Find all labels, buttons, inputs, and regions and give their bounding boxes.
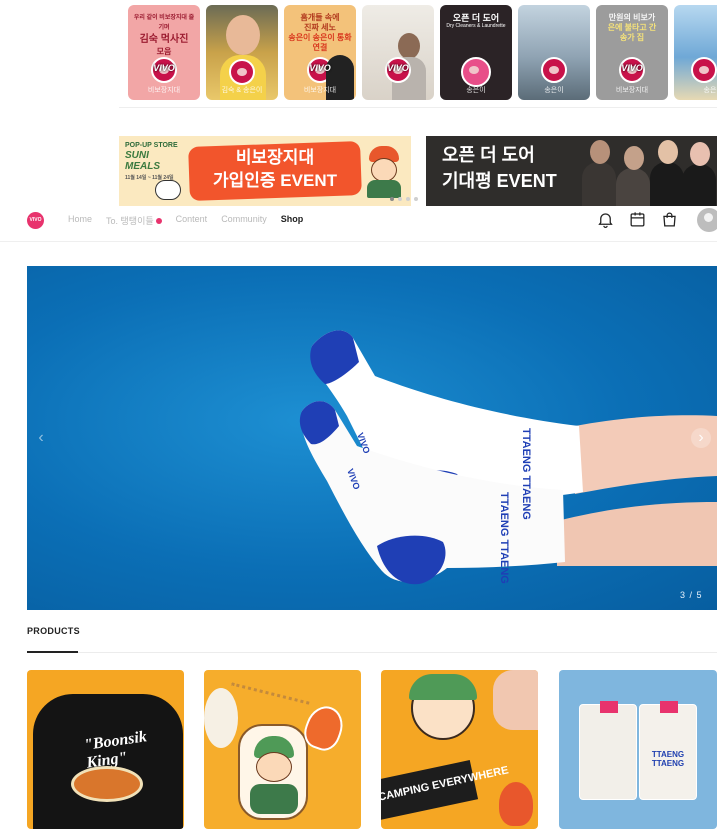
product-card[interactable] — [204, 670, 361, 829]
banner-dot[interactable] — [390, 197, 394, 201]
vivo-logo: VIVO — [309, 63, 331, 73]
nav-icon-group — [596, 210, 679, 229]
user-avatar[interactable] — [697, 208, 717, 232]
banner-line1: 비보장지대 — [235, 148, 315, 167]
thumbnail-caption: 우리 같이 비보장지대 즐기며 — [133, 15, 195, 31]
thumbnail-channel-name: 송은 — [703, 87, 717, 94]
product-fire-sticker — [499, 782, 533, 826]
top-navigation: VIVO Home To. 탱탱이들 Content Community Sho… — [0, 206, 717, 242]
calendar-icon[interactable] — [628, 210, 647, 229]
nav-to[interactable]: To. 탱탱이들 — [106, 214, 162, 227]
shopping-bag-icon[interactable] — [660, 210, 679, 229]
creator-avatar — [541, 57, 567, 83]
banner-headline: 비보장지대 가입인증 EVENT — [189, 146, 361, 192]
video-thumbnail[interactable]: VIVO — [362, 5, 434, 100]
nav-home[interactable]: Home — [68, 214, 92, 227]
product-card[interactable]: CAMPING EVERYWHERE — [381, 670, 538, 829]
vivo-logo[interactable]: VIVO — [27, 212, 44, 229]
product-sticker-hat — [409, 674, 477, 700]
creator-avatar — [461, 57, 491, 87]
carousel-next-button[interactable]: › — [691, 428, 711, 448]
product-print-graphic — [71, 766, 143, 802]
vivo-logo: VIVO — [153, 63, 175, 73]
banner-pagination — [390, 197, 418, 201]
thumbnail-channel-name: 비보장지대 — [303, 87, 337, 94]
thumbnail-caption: 송가 집 — [619, 33, 645, 42]
creator-avatar — [691, 57, 717, 83]
nav-content[interactable]: Content — [176, 214, 208, 227]
nav-shop[interactable]: Shop — [281, 214, 304, 227]
hero-image-socks: VIVO VIVO TTAENG TTAENG TTAENG TTAENG — [299, 330, 717, 585]
mascot-illustration — [363, 146, 405, 198]
section-title: PRODUCTS — [27, 626, 80, 636]
banner-line2: 기대평 EVENT — [442, 171, 557, 191]
banner-line1: 오픈 더 도어 — [442, 145, 535, 165]
banner-dot[interactable] — [406, 197, 410, 201]
banner-line2: 가입인증 EVENT — [213, 171, 337, 190]
thumbnail-caption: 송은이 송은이 통화연결 — [288, 33, 352, 52]
thumbnail-caption: 진짜 세노 — [304, 23, 336, 32]
banner-dot[interactable] — [414, 197, 418, 201]
popup-store-label: POP-UP STORE SUNI MEALS 11월 14일 ~ 11월 24… — [125, 142, 181, 182]
thumbnail-channel-name: 송은이 — [544, 87, 564, 94]
carousel-counter: 3 / 5 — [680, 590, 703, 600]
sock-pattern-text: TTAENG TTAENG — [520, 428, 532, 520]
hero-carousel[interactable]: VIVO VIVO TTAENG TTAENG TTAENG TTAENG ‹ … — [27, 266, 717, 610]
thumbnail-caption: 모음 — [156, 47, 172, 56]
thumbnail-caption: 김숙 먹사진 — [139, 34, 189, 45]
product-prop — [204, 688, 238, 748]
thumbnail-channel-name: 송은이 — [466, 87, 486, 94]
vivo-logo: VIVO — [621, 63, 643, 73]
video-thumbnail[interactable]: 오픈 더 도어 Dry Cleaners & Laundrette 송은이 — [440, 5, 512, 100]
banner-dot[interactable] — [398, 197, 402, 201]
popup-store-small: POP-UP STORE — [125, 142, 178, 149]
thumbnail-caption: Dry Cleaners & Laundrette — [446, 23, 506, 29]
section-title-underline — [27, 651, 78, 653]
video-thumbnail[interactable]: 김숙 & 송은이 — [206, 5, 278, 100]
cast-photo — [576, 136, 717, 206]
product-package-image — [579, 701, 637, 800]
sock-pattern-text: TTAENG TTAENG — [498, 492, 510, 584]
thumbnail-caption: 은에 불타고 간 — [607, 23, 657, 32]
product-hand — [493, 670, 538, 730]
cat-illustration — [155, 180, 181, 200]
video-thumbnail-strip: 우리 같이 비보장지대 즐기며 김숙 먹사진 모음 VIVO 비보장지대 김숙 … — [119, 0, 717, 108]
bell-icon[interactable] — [596, 210, 615, 229]
thumbnail-channel-name: 비보장지대 — [147, 87, 181, 94]
event-banner-signup[interactable]: POP-UP STORE SUNI MEALS 11월 14일 ~ 11월 24… — [119, 136, 411, 206]
nav-community[interactable]: Community — [221, 214, 267, 227]
video-thumbnail[interactable]: 송은이 — [518, 5, 590, 100]
nav-links: Home To. 탱탱이들 Content Community Shop — [68, 214, 317, 227]
video-thumbnail[interactable]: 송은 — [674, 5, 717, 100]
banner-headline: 오픈 더 도어 기대평 EVENT — [442, 142, 557, 194]
thumbnail-channel-name: 김숙 & 송은이 — [221, 87, 263, 94]
thumbnail-channel-name: 비보장지대 — [615, 87, 649, 94]
popup-store-title: SUNI MEALS — [125, 150, 160, 172]
vivo-logo: VIVO — [387, 63, 409, 73]
video-thumbnail[interactable]: 우리 같이 비보장지대 즐기며 김숙 먹사진 모음 VIVO 비보장지대 — [128, 5, 200, 100]
video-thumbnail[interactable]: 홈개들 속에 진짜 세노 송은이 송은이 통화연결 VIVO 비보장지대 — [284, 5, 356, 100]
video-thumbnail[interactable]: 만원의 비보가 은에 불타고 간 송가 집 VIVO 비보장지대 — [596, 5, 668, 100]
event-banner-review[interactable]: 오픈 더 도어 기대평 EVENT — [426, 136, 717, 206]
thumbnail-caption: 홈개들 속에 — [300, 13, 340, 22]
product-package-text: TTAENG TTAENG — [651, 750, 685, 768]
carousel-prev-button[interactable]: ‹ — [31, 428, 51, 448]
product-chain — [230, 682, 310, 708]
thumbnail-caption: 만원의 비보가 — [608, 13, 656, 22]
new-dot-icon — [155, 218, 162, 224]
thumbnail-caption: 오픈 더 도어 — [452, 13, 500, 23]
product-card[interactable]: TTAENG TTAENG — [559, 670, 717, 829]
nav-to-label: To. 탱탱이들 — [106, 216, 154, 226]
creator-avatar — [229, 59, 255, 85]
product-keyring-image — [238, 724, 308, 820]
product-card[interactable]: "Boonsik King" — [27, 670, 184, 829]
divider — [27, 652, 717, 653]
